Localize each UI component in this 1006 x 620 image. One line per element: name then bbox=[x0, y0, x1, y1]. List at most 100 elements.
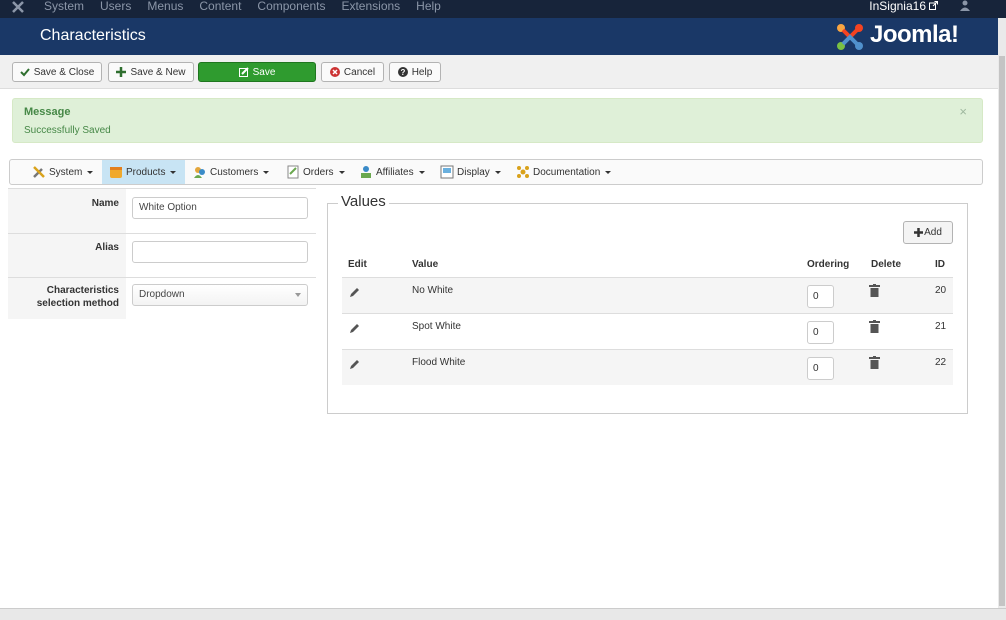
column-header-delete: Delete bbox=[871, 259, 902, 270]
save-button[interactable]: Save bbox=[198, 62, 316, 82]
menu-users[interactable]: Users bbox=[100, 0, 131, 13]
name-row: Name White Option bbox=[8, 188, 316, 234]
component-menu-documentation[interactable]: Documentation bbox=[516, 160, 612, 184]
status-footer bbox=[0, 608, 1006, 620]
method-row: Characteristics selection method Dropdow… bbox=[8, 277, 316, 319]
alias-label: Alias bbox=[8, 234, 126, 278]
save-label: Save bbox=[252, 66, 276, 78]
value-cell: No White bbox=[412, 285, 454, 296]
joomla-wordmark: Joomla! bbox=[870, 21, 959, 48]
component-menu-affiliates[interactable]: Affiliates bbox=[359, 160, 425, 184]
menu-components[interactable]: Components bbox=[257, 0, 325, 13]
page-scrollbar[interactable] bbox=[998, 18, 1006, 608]
trash-icon[interactable] bbox=[869, 356, 880, 369]
help-button[interactable]: ? Help bbox=[389, 62, 441, 82]
edit-icon bbox=[238, 67, 249, 77]
menu-extensions[interactable]: Extensions bbox=[341, 0, 400, 13]
affiliates-icon bbox=[361, 166, 371, 178]
joomla-icon[interactable] bbox=[10, 0, 26, 14]
save-new-label: Save & New bbox=[130, 66, 186, 78]
display-icon bbox=[440, 165, 454, 179]
component-menu: System Products Customers Orders Affilia… bbox=[9, 159, 983, 185]
component-menu-customers[interactable]: Customers bbox=[193, 160, 270, 184]
component-menu-label: Customers bbox=[210, 166, 259, 178]
id-cell: 20 bbox=[935, 285, 947, 296]
values-legend: Values bbox=[338, 193, 389, 210]
svg-text:?: ? bbox=[400, 68, 405, 77]
admin-menu: System Users Menus Content Components Ex… bbox=[44, 0, 457, 13]
table-row: No White 0 20 bbox=[342, 277, 953, 313]
ordering-input[interactable]: 0 bbox=[807, 321, 834, 344]
chevron-down-icon bbox=[295, 293, 301, 297]
selection-method-value: Dropdown bbox=[139, 289, 185, 300]
add-value-button[interactable]: Add bbox=[903, 221, 953, 244]
column-header-edit: Edit bbox=[348, 259, 367, 270]
checkmark-icon bbox=[19, 68, 30, 77]
external-link-icon[interactable] bbox=[929, 1, 938, 10]
alias-row: Alias bbox=[8, 233, 316, 278]
pencil-icon[interactable] bbox=[349, 359, 360, 370]
plus-icon bbox=[914, 228, 924, 237]
admin-top-nav: System Users Menus Content Components Ex… bbox=[0, 0, 1006, 18]
menu-system[interactable]: System bbox=[44, 0, 84, 13]
save-new-button[interactable]: Save & New bbox=[108, 62, 194, 82]
orders-icon bbox=[287, 165, 299, 179]
column-header-id[interactable]: ID bbox=[935, 259, 945, 270]
save-close-label: Save & Close bbox=[33, 66, 95, 78]
selection-method-select[interactable]: Dropdown bbox=[132, 284, 308, 306]
method-label: Characteristics selection method bbox=[8, 278, 126, 319]
save-close-button[interactable]: Save & Close bbox=[12, 62, 102, 82]
cancel-icon bbox=[329, 67, 340, 77]
tools-icon bbox=[33, 166, 45, 178]
component-menu-label: System bbox=[49, 166, 83, 178]
ordering-input[interactable]: 0 bbox=[807, 357, 834, 380]
name-field[interactable]: White Option bbox=[132, 197, 308, 219]
page-header: Characteristics Joomla! bbox=[0, 18, 998, 55]
action-toolbar: Save & Close Save & New Save Cancel ? He… bbox=[0, 55, 998, 89]
message-title: Message bbox=[24, 106, 71, 118]
id-cell: 21 bbox=[935, 321, 947, 332]
menu-menus[interactable]: Menus bbox=[147, 0, 183, 13]
help-label: Help bbox=[411, 66, 433, 78]
table-row: Flood White 0 22 bbox=[342, 349, 953, 385]
close-icon[interactable]: × bbox=[959, 104, 967, 119]
menu-help[interactable]: Help bbox=[416, 0, 441, 13]
trash-icon[interactable] bbox=[869, 320, 880, 333]
ordering-input[interactable]: 0 bbox=[807, 285, 834, 308]
pencil-icon[interactable] bbox=[349, 323, 360, 334]
column-header-ordering[interactable]: Ordering bbox=[807, 259, 849, 270]
name-label: Name bbox=[8, 189, 126, 234]
cancel-button[interactable]: Cancel bbox=[321, 62, 384, 82]
help-icon: ? bbox=[397, 67, 408, 77]
component-menu-label: Orders bbox=[303, 166, 334, 178]
value-cell: Spot White bbox=[412, 321, 461, 332]
documentation-icon bbox=[517, 166, 529, 178]
site-link[interactable]: InSignia16 bbox=[869, 0, 926, 13]
menu-content[interactable]: Content bbox=[199, 0, 241, 13]
table-row: Spot White 0 21 bbox=[342, 313, 953, 349]
products-icon bbox=[110, 167, 122, 178]
component-menu-label: Display bbox=[457, 166, 490, 178]
component-menu-display[interactable]: Display bbox=[440, 160, 501, 184]
id-cell: 22 bbox=[935, 357, 947, 368]
component-menu-system[interactable]: System bbox=[32, 160, 94, 184]
page-title: Characteristics bbox=[40, 27, 146, 44]
message-text: Successfully Saved bbox=[24, 125, 111, 136]
component-menu-label: Products bbox=[126, 166, 166, 178]
customers-icon bbox=[194, 167, 205, 178]
plus-icon bbox=[116, 67, 127, 77]
scrollbar-thumb[interactable] bbox=[999, 56, 1005, 606]
column-header-value: Value bbox=[412, 259, 439, 270]
component-menu-label: Affiliates bbox=[376, 166, 414, 178]
cancel-label: Cancel bbox=[343, 66, 376, 78]
pencil-icon[interactable] bbox=[349, 287, 360, 298]
value-cell: Flood White bbox=[412, 357, 466, 368]
trash-icon[interactable] bbox=[869, 284, 880, 297]
alias-field[interactable] bbox=[132, 241, 308, 263]
user-icon[interactable] bbox=[960, 0, 970, 12]
component-menu-orders[interactable]: Orders bbox=[286, 160, 345, 184]
success-message: Message Successfully Saved × bbox=[12, 98, 983, 143]
component-menu-products[interactable]: Products bbox=[102, 160, 185, 184]
add-label: Add bbox=[924, 227, 942, 238]
component-menu-label: Documentation bbox=[533, 166, 601, 178]
